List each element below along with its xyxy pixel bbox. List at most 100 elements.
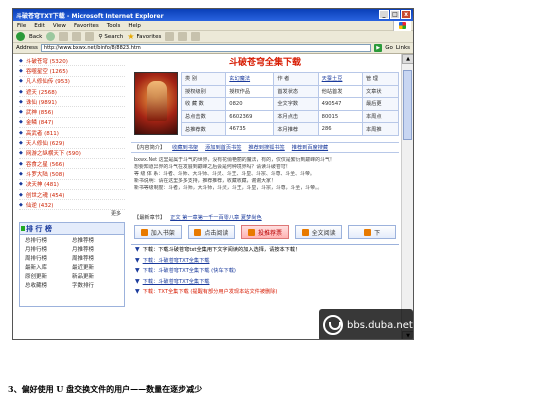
stop-icon[interactable]: [59, 32, 69, 41]
download-link[interactable]: 下载：斗破苍穹TXT全集下载: [143, 277, 210, 288]
ranking-link[interactable]: 周排行榜: [25, 255, 72, 264]
full-text-read-button[interactable]: 全文阅读: [294, 225, 343, 239]
action-buttons: 加入书架 点击阅读 投推荐票 全文阅读 下: [134, 225, 396, 239]
close-button[interactable]: x: [401, 10, 411, 19]
ranking-link[interactable]: 周推荐榜: [72, 255, 119, 264]
menu-tools[interactable]: Tools: [107, 23, 121, 29]
watermark-badge: bbs.duba.net: [319, 309, 413, 339]
list-item[interactable]: ◆ 创世之魂 (454): [19, 190, 125, 201]
download-link[interactable]: 下载：斗破苍穹TXT全集下载: [143, 256, 210, 267]
list-item[interactable]: ◆ 决天神 (481): [19, 180, 125, 190]
mail-icon[interactable]: [178, 32, 188, 41]
info-value[interactable]: 天蚕土豆: [317, 72, 363, 86]
bullet-icon: ◆: [19, 150, 23, 157]
list-item[interactable]: ◆ 斗破苍穹 (5320): [19, 56, 125, 67]
info-value: 80015: [317, 109, 363, 124]
list-item[interactable]: ◆ 诛仙 (9891): [19, 97, 125, 108]
info-key: 全文字数: [273, 97, 319, 111]
minimize-button[interactable]: _: [379, 10, 389, 19]
bullet-icon: ◆: [19, 201, 23, 208]
bullet-icon: ◆: [19, 98, 23, 105]
info-value: 授权作品: [225, 84, 275, 99]
list-item[interactable]: ◆ 高武者 (811): [19, 128, 125, 139]
ranking-link[interactable]: 月排行榜: [25, 246, 72, 255]
download-link[interactable]: 下载：斗破苍穹TXT全集下载 (快车下载): [143, 266, 236, 277]
summary-line: 想要知道异界的斗气在发展到巅峰之后会是何种境界吗？请读斗破苍穹！: [134, 164, 291, 170]
toolbar: Back ⚲ Search ★ Favorites: [13, 31, 413, 43]
menu-help[interactable]: Help: [128, 23, 141, 29]
scroll-up-icon[interactable]: ▲: [402, 54, 413, 64]
back-label[interactable]: Back: [29, 34, 42, 40]
ranking-link[interactable]: 总排行榜: [25, 237, 72, 246]
menu-file[interactable]: File: [17, 23, 26, 29]
latest-chapter-link[interactable]: 正文 第一章第一千一百零八章 夏梦尚色: [170, 214, 262, 221]
address-input[interactable]: http://www.bxwx.net/binfo/8/8823.htm: [40, 44, 372, 52]
book-info-table: 类 别 玄幻魔法 作 者 天蚕土豆 管 理 授权级别 授权作品 首发状态 他站首…: [180, 72, 400, 136]
list-item[interactable]: ◆ 凡人修仙传 (953): [19, 77, 125, 87]
list-item[interactable]: ◆ 吞食之星 (566): [19, 159, 125, 170]
arrow-down-icon: ▼: [135, 288, 140, 295]
list-item[interactable]: ◆ 金鳞 (847): [19, 118, 125, 129]
ranking-grid: 总排行榜 总推荐榜 月排行榜 月推荐榜 周排行榜 周推荐榜 最新入库 最近更新 …: [20, 235, 124, 293]
book-cover-image[interactable]: [134, 72, 178, 135]
address-bar: Address http://www.bxwx.net/binfo/8/8823…: [13, 43, 413, 54]
download-row: ▼ 下载：斗破苍穹TXT全集下载 (快车下载): [131, 266, 399, 277]
list-item[interactable]: ◆ 天人修仙 (629): [19, 138, 125, 149]
info-key: 最后更: [361, 97, 400, 111]
vote-icon: [247, 228, 255, 236]
ranking-link[interactable]: 最新入库: [25, 264, 72, 273]
ranking-link[interactable]: 新品更新: [72, 273, 119, 282]
table-row: 授权级别 授权作品 首发状态 他站首发 文章状: [180, 84, 400, 99]
back-icon[interactable]: [16, 32, 25, 41]
add-to-shelf-button[interactable]: 加入书架: [134, 225, 182, 239]
bullet-icon: ◆: [19, 160, 23, 167]
info-value[interactable]: 玄幻魔法: [225, 72, 275, 86]
ranking-link[interactable]: 总收藏榜: [25, 282, 72, 291]
intro-label: 【内容简介】: [134, 145, 166, 151]
download-list: ▼ 下载：下载斗破苍穹txt全集用下文字阅读的加入选择，请按本下载！ ▼ 下载：斗破…: [131, 244, 399, 309]
links-label[interactable]: Links: [396, 45, 410, 51]
list-item[interactable]: ◆ 吞噬星空 (1265): [19, 66, 125, 77]
maximize-button[interactable]: □: [390, 10, 400, 19]
list-item[interactable]: ◆ 网游之纵横天下 (590): [19, 149, 125, 159]
go-label[interactable]: Go: [385, 45, 393, 51]
favorites-button[interactable]: ★ Favorites: [127, 32, 161, 41]
list-item[interactable]: ◆ 仙逆 (432): [19, 200, 125, 211]
menu-edit[interactable]: Edit: [34, 23, 45, 29]
book-title: 斗破苍穹全集下载: [228, 58, 301, 68]
ranking-link[interactable]: 字数排行: [72, 282, 119, 291]
refresh-icon[interactable]: [72, 32, 82, 41]
history-icon[interactable]: [165, 32, 175, 41]
info-key: 作 者: [273, 72, 319, 86]
download-button[interactable]: 下: [348, 225, 396, 239]
recommend-vote-button[interactable]: 投推荐票: [241, 225, 289, 239]
bullet-icon: ◆: [19, 170, 23, 177]
list-item[interactable]: ◆ 遮天 (2568): [19, 87, 125, 98]
download-link[interactable]: 下载：TXT全集下载 (提醒有部分用户发现本站文件被删除): [143, 287, 278, 298]
latest-chapter-bar: 【最新章节】 正文 第一章第一千一百零八章 夏梦尚色: [134, 212, 396, 222]
bookshelf-link[interactable]: 收藏到书架: [172, 144, 198, 151]
ranking-link[interactable]: 最近更新: [72, 264, 119, 273]
print-icon[interactable]: [191, 32, 201, 41]
bullet-icon: ◆: [19, 109, 23, 116]
sohu-bookmark-link[interactable]: 推荐到搜狐书签: [248, 144, 284, 151]
search-button[interactable]: ⚲ Search: [98, 34, 123, 40]
homepage-bookmark-link[interactable]: 添加到首页书签: [205, 144, 241, 151]
info-key: 授权级别: [180, 84, 227, 99]
ranking-link[interactable]: 月推荐榜: [72, 246, 119, 255]
latest-label: 【最新章节】: [134, 214, 166, 221]
menu-favorites[interactable]: Favorites: [74, 23, 99, 29]
list-item[interactable]: ◆ 武神 (856): [19, 107, 125, 118]
vertical-scrollbar[interactable]: ▲ ▼: [401, 54, 413, 339]
read-online-button[interactable]: 点击阅读: [187, 225, 236, 239]
baidu-bookmark-link[interactable]: 推荐到百度搜藏: [292, 144, 328, 151]
ranking-link[interactable]: 原创更新: [25, 273, 72, 282]
scroll-thumb[interactable]: [403, 70, 412, 140]
list-item[interactable]: ◆ 斗罗大陆 (508): [19, 169, 125, 180]
go-button-icon[interactable]: ▶: [374, 44, 383, 52]
menu-view[interactable]: View: [53, 23, 66, 29]
home-icon[interactable]: [85, 32, 95, 41]
ranking-link[interactable]: 总推荐榜: [72, 237, 119, 246]
forward-icon[interactable]: [46, 32, 56, 41]
more-link[interactable]: 更多: [19, 210, 125, 219]
